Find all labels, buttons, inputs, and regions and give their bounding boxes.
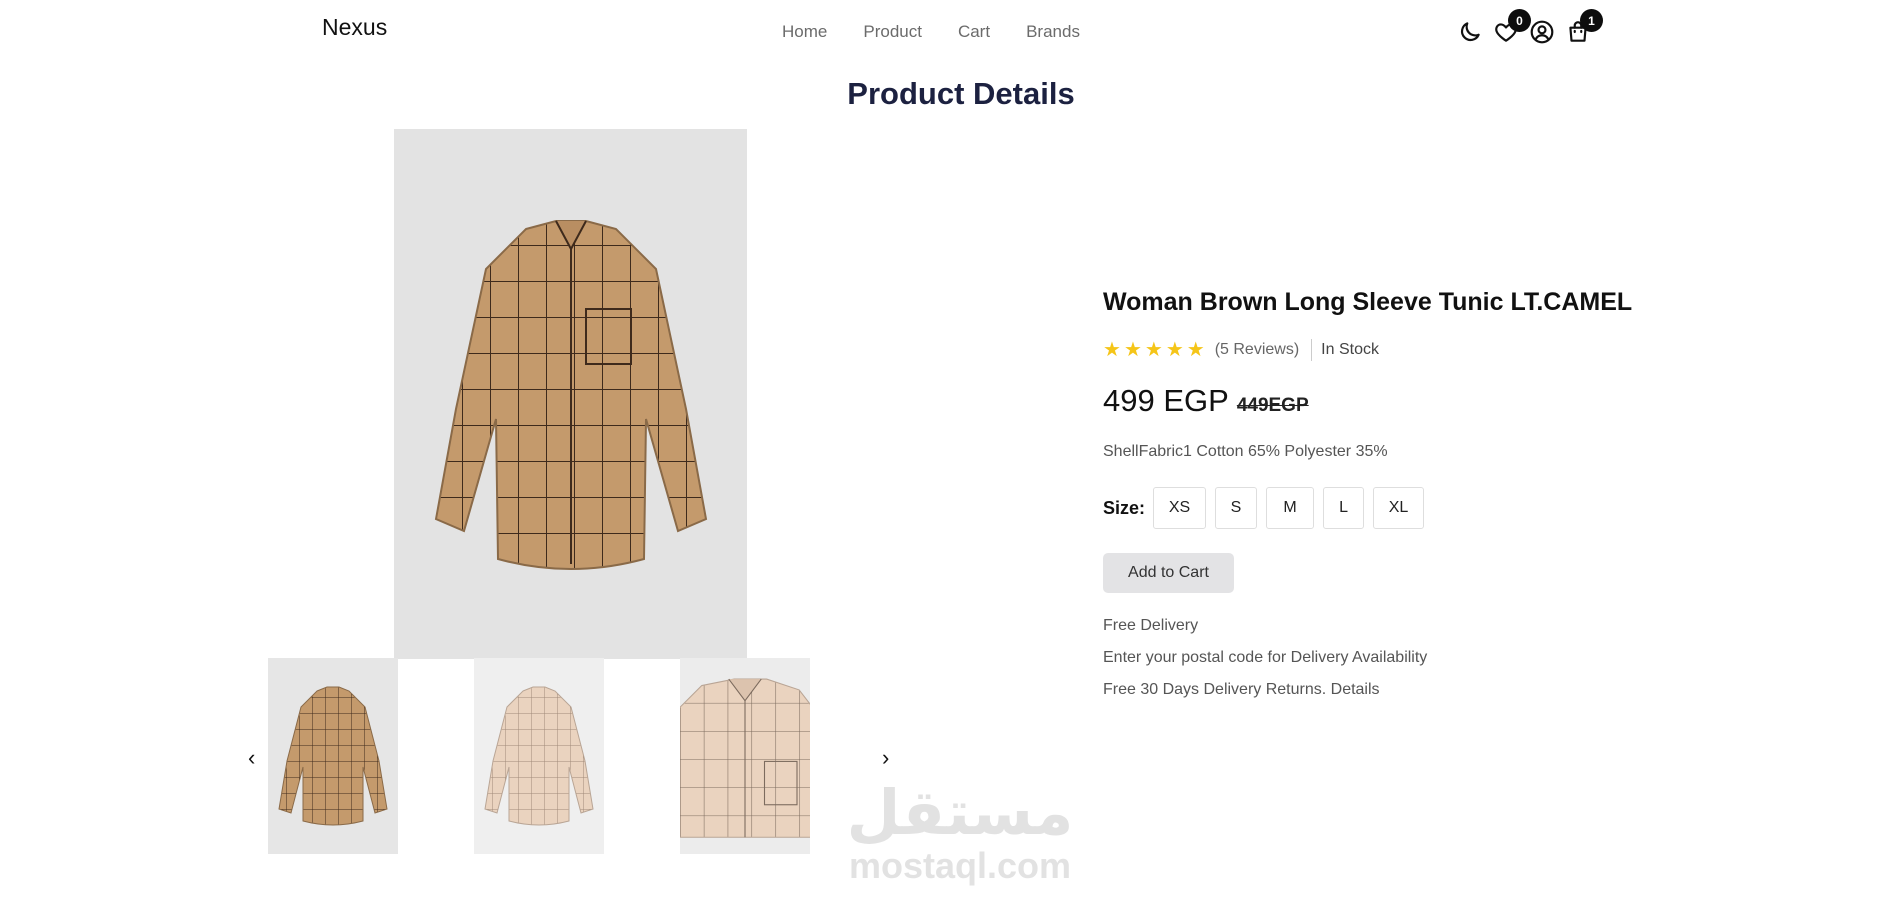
nav-home[interactable]: Home xyxy=(782,22,827,42)
star-icon: ★ xyxy=(1123,339,1142,361)
header-icons: 0 1 xyxy=(1456,9,1603,48)
watermark-arabic: مستقل xyxy=(846,776,1074,849)
moon-icon xyxy=(1460,22,1480,42)
wishlist-button[interactable]: 0 xyxy=(1492,9,1531,46)
shirt-thumbnail-image xyxy=(278,686,388,826)
product-title: Woman Brown Long Sleeve Tunic LT.CAMEL xyxy=(1103,288,1633,316)
thumbnail-3[interactable] xyxy=(680,658,810,854)
gallery-next-arrow[interactable]: › xyxy=(882,745,889,771)
old-price: 449EGP xyxy=(1236,395,1309,416)
star-icon: ★ xyxy=(1186,339,1205,361)
product-info: Woman Brown Long Sleeve Tunic LT.CAMEL ★… xyxy=(1103,288,1703,706)
watermark-latin: mostaql.com xyxy=(848,845,1072,886)
mostaql-watermark: مستقل mostaql.com xyxy=(840,780,1080,886)
product-description: ShellFabric1 Cotton 65% Polyester 35% xyxy=(1103,443,1388,460)
main-nav: Home Product Cart Brands xyxy=(782,22,1116,42)
size-label: Size: xyxy=(1103,497,1146,518)
brand-logo[interactable]: Nexus xyxy=(322,14,387,41)
size-option-s[interactable]: S xyxy=(1215,487,1258,529)
star-icon: ★ xyxy=(1165,339,1184,361)
gallery-prev-arrow[interactable]: ‹ xyxy=(248,745,255,771)
dark-mode-toggle[interactable] xyxy=(1456,18,1484,46)
divider xyxy=(1311,339,1313,361)
nav-product[interactable]: Product xyxy=(863,22,922,42)
cart-count-badge: 1 xyxy=(1580,9,1603,32)
size-option-m[interactable]: M xyxy=(1266,487,1315,529)
delivery-line[interactable]: Free 30 Days Delivery Returns. Details xyxy=(1103,674,1703,706)
delivery-line: Enter your postal code for Delivery Avai… xyxy=(1103,649,1428,666)
size-option-xs[interactable]: XS xyxy=(1153,487,1207,529)
user-circle-icon xyxy=(1530,20,1554,44)
rating-row: ★ ★ ★ ★ ★ (5 Reviews) In Stock xyxy=(1103,339,1703,361)
shirt-thumbnail-image xyxy=(484,686,594,826)
delivery-info: Free Delivery Enter your postal code for… xyxy=(1103,610,1703,706)
current-price: 499 EGP xyxy=(1103,383,1229,418)
thumbnail-2[interactable] xyxy=(474,658,604,854)
price-row: 499 EGP 449EGP xyxy=(1103,383,1703,419)
shirt-thumbnail-image xyxy=(680,678,810,838)
stock-status: In Stock xyxy=(1321,341,1379,358)
size-selector: Size: XS S M L XL xyxy=(1103,487,1703,529)
thumbnail-1[interactable] xyxy=(268,658,398,854)
account-button[interactable] xyxy=(1528,18,1556,46)
cart-button[interactable]: 1 xyxy=(1564,9,1603,46)
page-title: Product Details xyxy=(847,76,1075,111)
add-to-cart-button[interactable]: Add to Cart xyxy=(1103,553,1234,593)
star-icon: ★ xyxy=(1144,339,1163,361)
nav-cart[interactable]: Cart xyxy=(958,22,990,42)
delivery-line: Free Delivery xyxy=(1103,617,1199,634)
main-product-image xyxy=(394,129,747,659)
star-icon: ★ xyxy=(1103,339,1121,361)
shirt-image xyxy=(434,220,707,570)
size-option-xl[interactable]: XL xyxy=(1373,487,1425,529)
review-count[interactable]: (5 Reviews) xyxy=(1215,341,1299,359)
size-option-l[interactable]: L xyxy=(1323,487,1365,529)
star-rating: ★ ★ ★ ★ ★ xyxy=(1103,340,1205,360)
nav-brands[interactable]: Brands xyxy=(1026,22,1080,42)
